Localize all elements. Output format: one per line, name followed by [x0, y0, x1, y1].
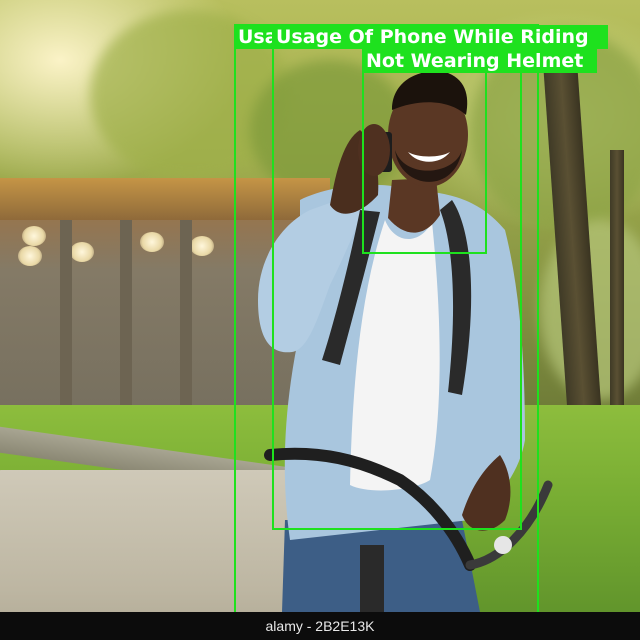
detection-label-phone-riding-inner: Usage Of Phone While Riding [272, 25, 608, 49]
detection-label-phone-riding-outer: Usage Of Phone While Riding [234, 25, 274, 49]
photo-canvas: Usage Of Phone While Riding Usage Of Pho… [0, 0, 640, 640]
watermark-text: alamy - 2B2E13K [265, 618, 375, 634]
detection-box-no-helmet [362, 49, 487, 254]
detection-label-no-helmet: Not Wearing Helmet [362, 49, 597, 73]
